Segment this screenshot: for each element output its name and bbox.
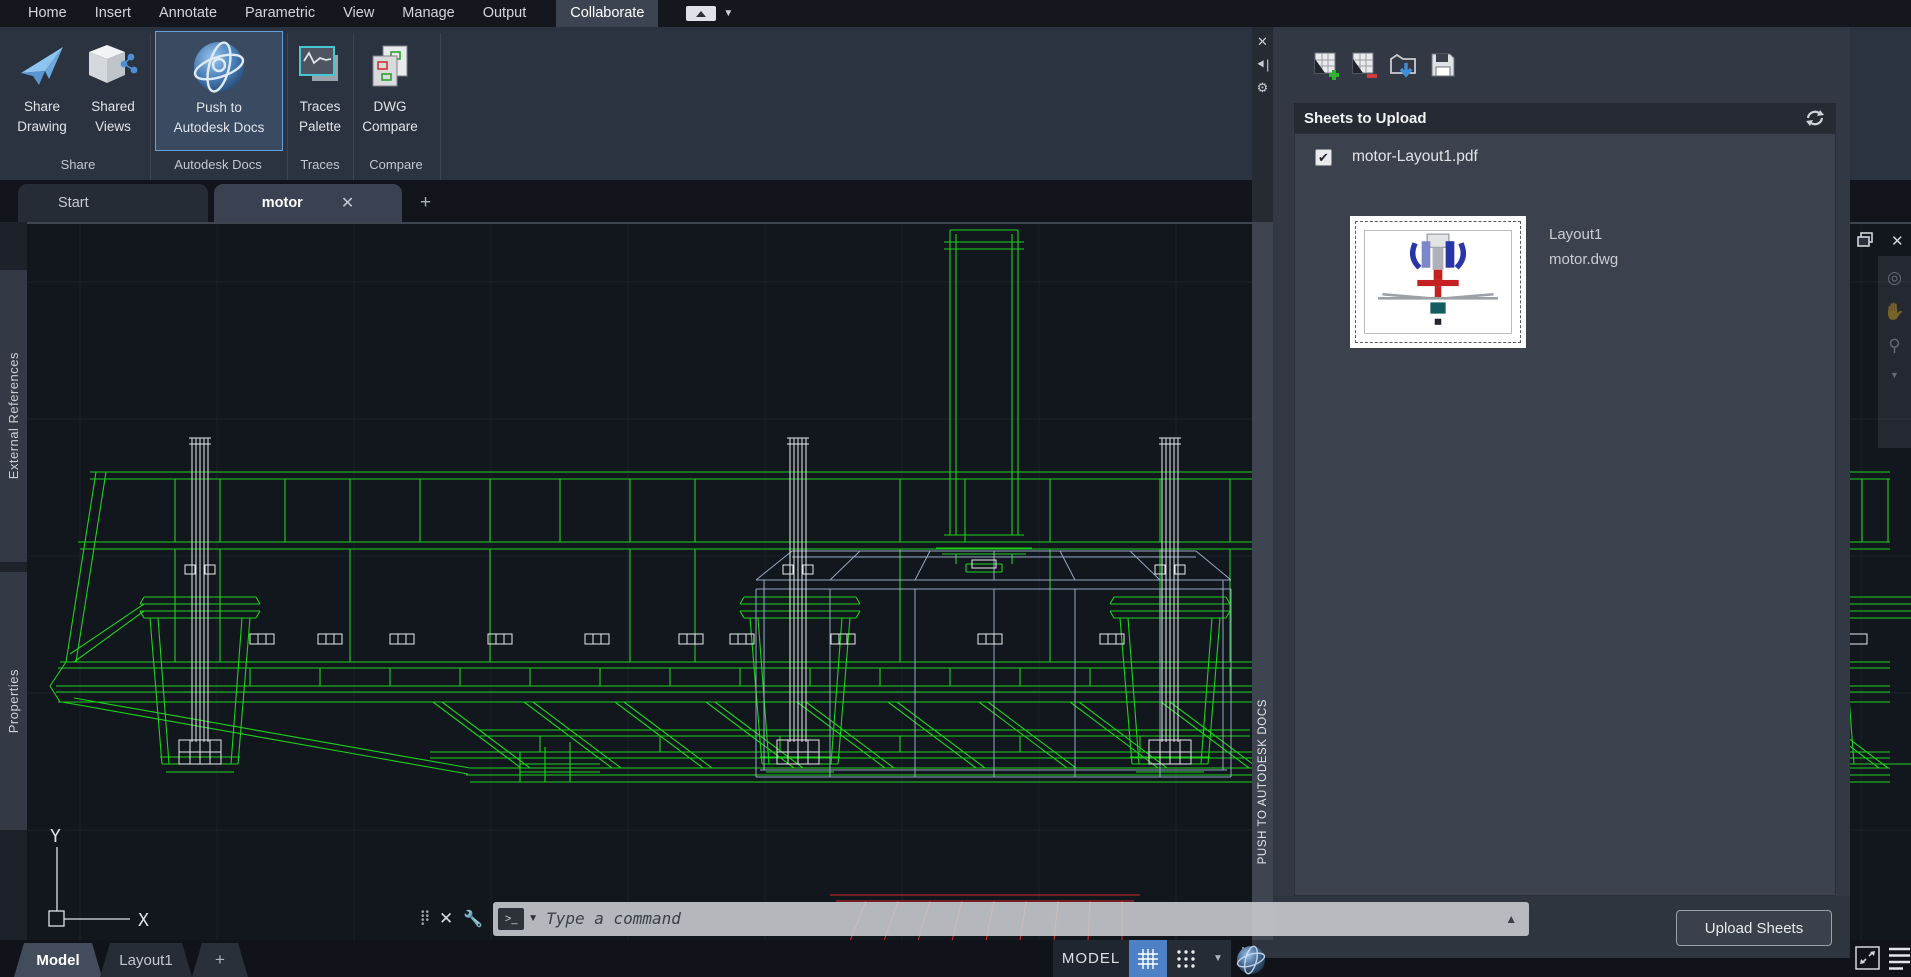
- thumbnail-drawing: [1364, 230, 1512, 334]
- tab-motor-label: motor: [262, 195, 303, 211]
- snap-settings-caret-icon[interactable]: ▼: [1205, 940, 1231, 977]
- palette-close-icon[interactable]: ✕: [1254, 34, 1271, 50]
- remove-sheet-icon[interactable]: [1351, 51, 1379, 81]
- sheet-thumbnail[interactable]: [1350, 216, 1526, 348]
- command-history-caret-icon[interactable]: ▲: [1505, 912, 1517, 926]
- command-line-window[interactable]: ••••••• ✕ 🔧 >_ ▼ ▲: [421, 898, 1540, 939]
- palette-titlebar-top: ✕ ⯇| ⚙: [1252, 25, 1273, 222]
- grid-display-button[interactable]: [1129, 940, 1167, 977]
- sheet-layout-name: Layout1: [1549, 222, 1618, 247]
- autodesk-docs-globe-icon: [191, 36, 247, 98]
- shared-cube-icon: [87, 35, 139, 97]
- palette-settings-gear-icon[interactable]: ⚙: [1254, 80, 1271, 96]
- ucs-x-label: X: [138, 910, 149, 931]
- tab-start[interactable]: Start: [18, 184, 208, 222]
- grid-icon: [1137, 948, 1159, 970]
- menu-parametric[interactable]: Parametric: [231, 0, 329, 27]
- snap-dots-icon: [1176, 949, 1196, 969]
- share-drawing-label: Share: [24, 99, 60, 114]
- collapse-arrow-icon: [696, 11, 706, 17]
- refresh-icon[interactable]: [1804, 108, 1826, 128]
- palette-title: PUSH TO AUTODESK DOCS: [1257, 699, 1269, 864]
- tab-close-icon[interactable]: ✕: [341, 193, 354, 213]
- ribbon-separator: [440, 33, 441, 201]
- snap-mode-button[interactable]: [1167, 940, 1205, 977]
- new-layout-button[interactable]: +: [192, 943, 248, 977]
- ribbon-group-compare[interactable]: Compare: [355, 152, 437, 178]
- ribbon-separator: [287, 33, 288, 201]
- compare-sheets-icon: [369, 35, 411, 97]
- paper-plane-icon: [19, 35, 65, 97]
- sheet-meta: Layout1 motor.dwg: [1549, 222, 1618, 272]
- ribbon-collapse-caret-icon[interactable]: ▼: [723, 8, 733, 19]
- navigation-bar[interactable]: ◎ ✋ ⚲ ▼: [1878, 256, 1911, 448]
- sheets-list: ✔ motor-Layout1.pdf: [1294, 133, 1836, 896]
- command-close-icon[interactable]: ✕: [439, 909, 453, 929]
- command-input[interactable]: [546, 909, 1505, 928]
- dwg-compare-button[interactable]: DWGCompare: [357, 31, 423, 151]
- pan-hand-icon[interactable]: ✋: [1884, 302, 1905, 322]
- upload-sheets-button[interactable]: Upload Sheets: [1676, 910, 1832, 946]
- menu-collaborate[interactable]: Collaborate: [556, 0, 658, 27]
- ribbon-separator: [150, 33, 151, 201]
- autocad-window: Y X Home Insert Annotate Parametric View…: [0, 0, 1911, 977]
- load-sheets-folder-icon[interactable]: [1389, 51, 1419, 81]
- command-customize-wrench-icon[interactable]: 🔧: [463, 909, 483, 929]
- sheets-to-upload-title: Sheets to Upload: [1304, 110, 1804, 127]
- autodesk-connect-globe-icon[interactable]: [1235, 944, 1267, 976]
- navbar-more-caret-icon[interactable]: ▼: [1890, 370, 1899, 380]
- push-to-autodesk-docs-button[interactable]: Push toAutodesk Docs: [155, 31, 283, 151]
- palette-titlebar[interactable]: PUSH TO AUTODESK DOCS: [1252, 222, 1273, 940]
- sheet-row[interactable]: ✔ motor-Layout1.pdf: [1315, 148, 1478, 166]
- menu-view[interactable]: View: [329, 0, 388, 27]
- menu-manage[interactable]: Manage: [388, 0, 468, 27]
- model-space-tab[interactable]: Model: [14, 943, 102, 977]
- share-drawing-button[interactable]: ShareDrawing: [10, 31, 74, 151]
- zoom-extents-icon[interactable]: ⚲: [1888, 336, 1900, 356]
- save-sheet-list-icon[interactable]: [1429, 51, 1457, 81]
- command-prompt-icon: >_: [498, 908, 524, 930]
- sheets-to-upload-header: Sheets to Upload: [1294, 103, 1836, 133]
- ucs-icon: Y X: [49, 826, 149, 931]
- model-space-indicator[interactable]: MODEL: [1053, 940, 1129, 977]
- ribbon-group-autodesk-docs[interactable]: Autodesk Docs: [153, 152, 283, 178]
- tab-motor[interactable]: motor ✕: [214, 184, 402, 222]
- ucs-y-label: Y: [50, 826, 61, 847]
- traces-palette-button[interactable]: TracesPalette: [291, 31, 349, 151]
- sheet-file-name: motor-Layout1.pdf: [1352, 148, 1478, 166]
- isolate-objects-icon[interactable]: [1855, 946, 1880, 975]
- left-palette-strip: External References Properties: [0, 222, 27, 940]
- menu-home[interactable]: Home: [14, 0, 81, 27]
- menu-bar: Home Insert Annotate Parametric View Man…: [0, 0, 1911, 27]
- command-input-bar[interactable]: >_ ▼ ▲: [493, 902, 1529, 936]
- ribbon-separator: [353, 33, 354, 201]
- sheet-drawing-name: motor.dwg: [1549, 247, 1618, 272]
- palette-autohide-icon[interactable]: ⯇|: [1254, 57, 1271, 73]
- push-to-autodesk-docs-palette: Sheets to Upload ✔ motor-Layout1.pdf: [1273, 25, 1850, 896]
- restore-viewport-icon[interactable]: [1857, 232, 1874, 251]
- close-viewport-icon[interactable]: ✕: [1891, 232, 1904, 250]
- ribbon-group-traces[interactable]: Traces: [289, 152, 351, 178]
- shared-views-button[interactable]: SharedViews: [80, 31, 146, 151]
- new-drawing-tab-button[interactable]: +: [420, 192, 431, 214]
- menu-annotate[interactable]: Annotate: [145, 0, 231, 27]
- menu-output[interactable]: Output: [469, 0, 541, 27]
- sheet-checkbox[interactable]: ✔: [1315, 149, 1332, 166]
- ribbon-group-share[interactable]: Share: [10, 152, 146, 178]
- properties-palette-tab[interactable]: Properties: [0, 572, 27, 830]
- recent-commands-caret-icon[interactable]: ▼: [528, 913, 538, 924]
- palette-toolbar: [1313, 51, 1457, 81]
- add-sheet-icon[interactable]: [1313, 51, 1341, 81]
- layout1-tab[interactable]: Layout1: [100, 943, 192, 977]
- external-references-palette-tab[interactable]: External References: [0, 270, 27, 562]
- customization-menu-icon[interactable]: [1888, 946, 1911, 975]
- steering-wheel-icon[interactable]: ◎: [1887, 268, 1902, 288]
- command-drag-grip[interactable]: •••••••: [421, 911, 433, 927]
- traces-icon: [298, 35, 342, 97]
- menu-insert[interactable]: Insert: [81, 0, 145, 27]
- ribbon-collapse-button[interactable]: [686, 6, 716, 21]
